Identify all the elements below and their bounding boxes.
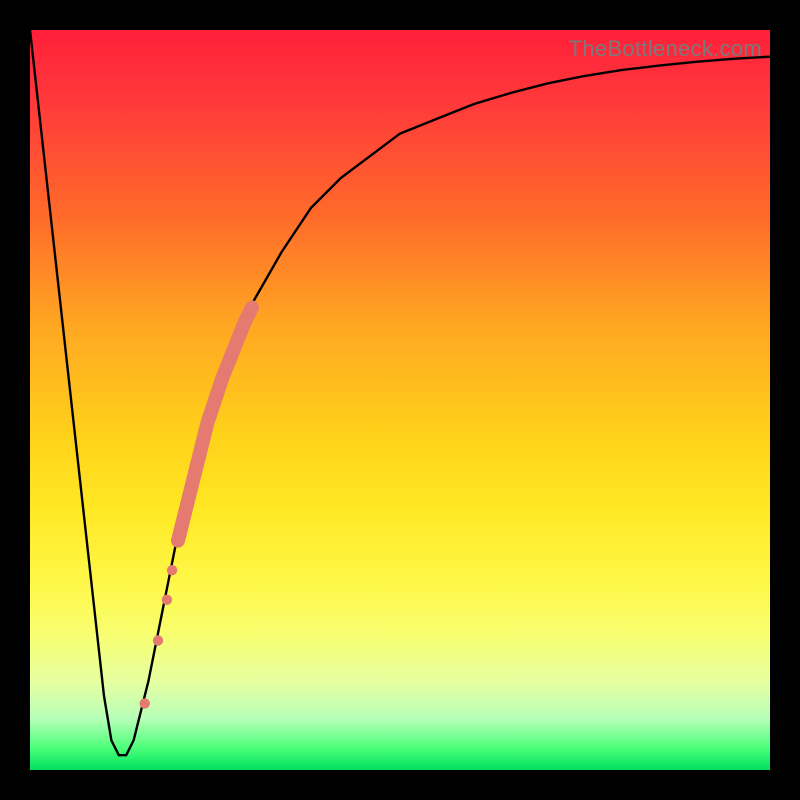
highlight-dot [162,595,172,605]
plot-area: TheBottleneck.com [30,30,770,770]
bottleneck-curve-line [30,30,770,755]
chart-frame: TheBottleneck.com [0,0,800,800]
highlight-dot [167,565,177,575]
highlight-dot [140,698,150,708]
highlight-segment [178,308,252,541]
chart-overlay [30,30,770,770]
highlight-dots [140,565,178,709]
highlight-dot [153,635,163,645]
